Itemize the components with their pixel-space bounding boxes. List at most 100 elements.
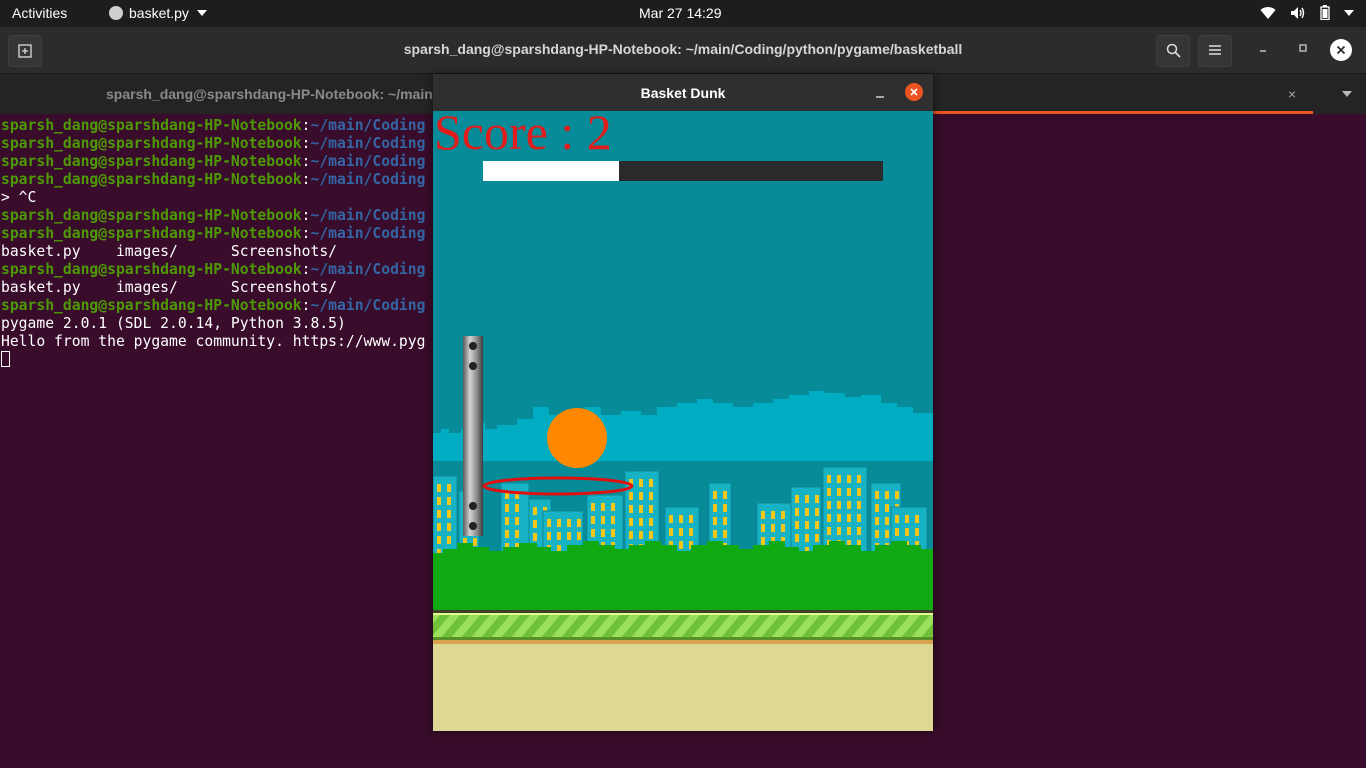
building-window (885, 504, 889, 512)
building-window (447, 536, 451, 544)
building-window (875, 530, 879, 538)
minimize-icon (876, 96, 884, 98)
menu-button[interactable] (1198, 35, 1232, 67)
building-window (557, 532, 561, 540)
terminal-cursor (1, 351, 10, 367)
prompt-path: ~/main/Coding (310, 171, 426, 188)
game-window[interactable]: Basket Dunk Score: 2 (433, 74, 933, 731)
minimize-button[interactable] (1254, 42, 1272, 56)
building-window (805, 534, 809, 542)
building-window (689, 515, 693, 523)
active-tab-indicator (933, 111, 1313, 114)
building-window (781, 524, 785, 532)
prompt-separator: : (301, 135, 311, 152)
bolt (469, 522, 477, 530)
system-tray[interactable] (1260, 5, 1354, 20)
search-button[interactable] (1156, 35, 1190, 67)
maximize-button[interactable] (1294, 42, 1312, 56)
building-window (805, 508, 809, 516)
output-text: Hello from the pygame community. https:/… (1, 333, 426, 350)
game-window-titlebar[interactable]: Basket Dunk (433, 74, 933, 111)
building-window (533, 507, 537, 515)
building-window (885, 517, 889, 525)
building-window (669, 515, 673, 523)
game-canvas[interactable]: Score : 2 (433, 111, 933, 731)
activities-button[interactable]: Activities (12, 5, 67, 21)
search-icon (1166, 43, 1181, 58)
building-window (723, 504, 727, 512)
bolt (469, 342, 477, 350)
building-window (875, 491, 879, 499)
building-window (795, 521, 799, 529)
window-close-button[interactable] (1330, 39, 1352, 61)
tab-close-icon[interactable]: × (1288, 74, 1296, 114)
ground-stripes (433, 615, 933, 637)
app-icon (109, 6, 123, 20)
ground (433, 644, 933, 731)
building-window (837, 501, 841, 509)
building-window (875, 504, 879, 512)
battery-icon (1320, 5, 1330, 20)
tab-1[interactable]: sparsh_dang@sparshdang-HP-Notebook: ~/ma… (106, 74, 433, 114)
building-window (713, 530, 717, 538)
terminal-line: sparsh_dang@sparshdang-HP-Notebook:~/mai… (1, 207, 425, 225)
building-window (649, 492, 653, 500)
game-close-button[interactable] (905, 83, 923, 101)
terminal-line: sparsh_dang@sparshdang-HP-Notebook:~/mai… (1, 117, 425, 135)
building-window (847, 527, 851, 535)
building-window (649, 479, 653, 487)
building-window (515, 517, 519, 525)
building-window (591, 516, 595, 524)
prompt-path: ~/main/Coding (310, 207, 426, 224)
game-window-title: Basket Dunk (640, 85, 726, 101)
terminal-line: > ^C (1, 189, 425, 207)
prompt-user: sparsh_dang@sparshdang-HP-Notebook (1, 117, 302, 134)
building-window (805, 521, 809, 529)
building-window (679, 515, 683, 523)
basketball[interactable] (547, 408, 607, 468)
building-window (601, 529, 605, 537)
tab-list-chevron-down-icon[interactable] (1342, 91, 1352, 97)
building-window (649, 505, 653, 513)
building-window (781, 511, 785, 519)
terminal-line (1, 351, 425, 369)
terminal-line: basket.py images/ Screenshots/ (1, 279, 425, 297)
prompt-path: ~/main/Coding (310, 117, 426, 134)
terminal-line: basket.py images/ Screenshots/ (1, 243, 425, 261)
game-scene[interactable]: Score : 2 (433, 111, 933, 731)
building-window (895, 491, 899, 499)
building-window (895, 515, 899, 523)
building-window (857, 514, 861, 522)
building-window (827, 501, 831, 509)
bolt (469, 362, 477, 370)
building-window (847, 501, 851, 509)
building-window (669, 528, 673, 536)
building-window (437, 536, 441, 544)
prompt-separator: : (301, 261, 311, 278)
game-minimize-button[interactable] (875, 81, 885, 104)
building-window (915, 515, 919, 523)
hamburger-menu-icon (1209, 45, 1221, 55)
building-window (447, 510, 451, 518)
app-menu[interactable]: basket.py (109, 5, 207, 21)
building-window (515, 504, 519, 512)
building-window (505, 530, 509, 538)
building-window (915, 528, 919, 536)
building-window (629, 531, 633, 539)
building-window (547, 532, 551, 540)
terminal-line: sparsh_dang@sparshdang-HP-Notebook:~/mai… (1, 135, 425, 153)
building-window (505, 517, 509, 525)
building-window (577, 532, 581, 540)
building-window (847, 514, 851, 522)
building-window (447, 523, 451, 531)
building-window (601, 503, 605, 511)
prompt-user: sparsh_dang@sparshdang-HP-Notebook (1, 261, 302, 278)
building-window (533, 520, 537, 528)
clock[interactable]: Mar 27 14:29 (639, 5, 722, 21)
terminal-output[interactable]: sparsh_dang@sparshdang-HP-Notebook:~/mai… (1, 117, 425, 369)
building-window (591, 529, 595, 537)
building-window (827, 514, 831, 522)
building-window (577, 519, 581, 527)
building-window (857, 488, 861, 496)
bolt (469, 502, 477, 510)
